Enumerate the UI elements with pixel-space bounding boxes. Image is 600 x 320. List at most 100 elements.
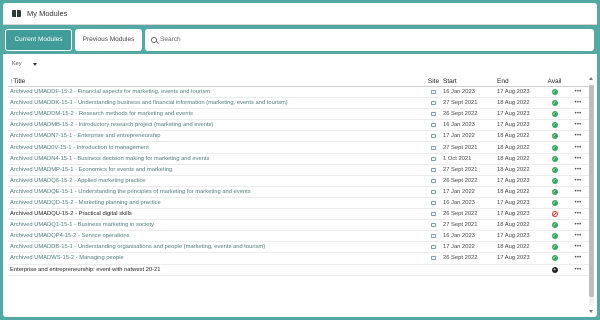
site-icon[interactable] bbox=[431, 101, 436, 106]
module-title-link[interactable]: Archived UMADQD-15-2 - Marketing plannin… bbox=[8, 200, 426, 206]
check-circle-icon[interactable]: ✓ bbox=[551, 222, 558, 229]
tab-current-modules[interactable]: Current Modules bbox=[5, 28, 72, 51]
ellipsis-icon[interactable]: ••• bbox=[575, 200, 582, 206]
site-icon[interactable] bbox=[431, 189, 436, 194]
search-box[interactable] bbox=[145, 28, 594, 51]
column-site[interactable]: Site bbox=[426, 78, 441, 85]
module-title-link[interactable]: Archived UMADQ6-15-2 - Applied marketing… bbox=[8, 178, 426, 184]
row-actions: ••• bbox=[566, 122, 590, 128]
site-icon[interactable] bbox=[431, 234, 436, 239]
tab-previous-modules[interactable]: Previous Modules bbox=[75, 28, 142, 51]
check-circle-icon[interactable]: ✓ bbox=[551, 133, 558, 140]
ellipsis-icon[interactable]: ••• bbox=[575, 211, 582, 217]
module-title-link[interactable]: Archived UMADN7-15-1 - Enterprise and en… bbox=[8, 133, 426, 139]
module-title-link[interactable]: Archived UMADQ1-15-1 - Business marketin… bbox=[8, 222, 426, 228]
column-title[interactable]: ↑Title bbox=[8, 78, 426, 85]
site-cell bbox=[426, 112, 441, 117]
check-circle-icon[interactable]: ✓ bbox=[551, 111, 558, 118]
module-title-link[interactable]: Archived UMADMP-15-1 - Economics for eve… bbox=[8, 167, 426, 173]
column-start[interactable]: Start bbox=[441, 78, 495, 85]
check-circle-icon[interactable]: ✓ bbox=[551, 122, 558, 129]
module-title-link[interactable]: Archived UMADQU-15-2 - Practical digital… bbox=[8, 211, 426, 217]
module-title-link[interactable]: Enterprise and entrepreneurship: event w… bbox=[8, 267, 426, 273]
ellipsis-icon[interactable]: ••• bbox=[575, 122, 582, 128]
site-icon[interactable] bbox=[431, 178, 436, 183]
site-icon[interactable] bbox=[431, 123, 436, 128]
module-title-link[interactable]: Archived UMADDF-15-2 - Financial aspects… bbox=[8, 89, 426, 95]
start-date: 16 Jan 2023 bbox=[443, 199, 475, 206]
row-actions: ••• bbox=[566, 167, 590, 173]
table-row: Archived UMADN4-15-1 - Business decision… bbox=[8, 154, 590, 165]
check-circle-icon[interactable]: ✓ bbox=[551, 188, 558, 195]
ellipsis-icon[interactable]: ••• bbox=[575, 156, 582, 162]
scroll-thumb[interactable] bbox=[589, 85, 594, 297]
scroll-down-icon[interactable] bbox=[589, 310, 593, 313]
module-title-link[interactable]: Archived UMADDB-15-1 - Understanding org… bbox=[8, 244, 426, 250]
ellipsis-icon[interactable]: ••• bbox=[575, 178, 582, 184]
check-circle-icon[interactable]: ✓ bbox=[551, 233, 558, 240]
ellipsis-icon[interactable]: ••• bbox=[575, 167, 582, 173]
table-body: Archived UMADDF-15-2 - Financial aspects… bbox=[8, 87, 590, 276]
ellipsis-icon[interactable]: ••• bbox=[575, 111, 582, 117]
site-icon[interactable] bbox=[431, 134, 436, 139]
no-entry-icon[interactable] bbox=[551, 211, 558, 218]
row-actions: ••• bbox=[566, 222, 590, 228]
module-title-link[interactable]: Archived UMADN4-15-1 - Business decision… bbox=[8, 156, 426, 162]
ellipsis-icon[interactable]: ••• bbox=[575, 100, 582, 106]
ellipsis-icon[interactable]: ••• bbox=[575, 189, 582, 195]
site-icon[interactable] bbox=[431, 200, 436, 205]
module-title-link[interactable]: Archived UMADQE-15-1 - Understanding the… bbox=[8, 189, 426, 195]
module-title-link[interactable]: Archived UMADWS-15-2 - Managing people bbox=[8, 255, 426, 261]
table-row: Archived UMADQP4-15-2 - Service operatio… bbox=[8, 231, 590, 243]
column-avail[interactable]: Avail bbox=[543, 78, 566, 85]
vertical-scrollbar[interactable] bbox=[589, 77, 594, 313]
availability-cell: ✓ bbox=[543, 144, 566, 151]
modules-table: ↑Title Site Start End Avail Archived UMA… bbox=[8, 76, 590, 276]
site-icon[interactable] bbox=[431, 145, 436, 150]
ellipsis-icon[interactable]: ••• bbox=[575, 233, 582, 239]
module-title-link[interactable]: Archived UMADQP4-15-2 - Service operatio… bbox=[8, 233, 426, 239]
key-dropdown[interactable]: Key bbox=[12, 59, 38, 69]
site-icon[interactable] bbox=[431, 112, 436, 117]
availability-cell: ✓ bbox=[543, 133, 566, 140]
ellipsis-icon[interactable]: ••• bbox=[575, 255, 582, 261]
check-circle-icon[interactable]: ✓ bbox=[551, 144, 558, 151]
module-title-link[interactable]: Archived UMADMB-15-2 - Introductory rese… bbox=[8, 122, 426, 128]
tab-bar: Current Modules Previous Modules bbox=[3, 25, 597, 54]
site-cell bbox=[426, 156, 441, 161]
scroll-up-icon[interactable] bbox=[589, 77, 593, 80]
module-title-link[interactable]: Archived UMAD0V-15-1 - Introduction to m… bbox=[8, 145, 426, 151]
ellipsis-icon[interactable]: ••• bbox=[575, 222, 582, 228]
ellipsis-icon[interactable]: ••• bbox=[575, 89, 582, 95]
ellipsis-icon[interactable]: ••• bbox=[575, 267, 582, 273]
check-circle-icon[interactable]: ✓ bbox=[551, 89, 558, 96]
end-date: 18 Aug 2022 bbox=[497, 244, 530, 251]
check-circle-icon[interactable]: ✓ bbox=[551, 177, 558, 184]
check-circle-icon[interactable]: ✓ bbox=[551, 100, 558, 107]
site-icon[interactable] bbox=[431, 256, 436, 261]
key-label: Key bbox=[12, 61, 22, 67]
column-end[interactable]: End bbox=[495, 78, 543, 85]
module-title-link[interactable]: Archived UMADDK-15-1 - Understanding bus… bbox=[8, 100, 426, 106]
site-cell bbox=[426, 212, 441, 217]
ellipsis-icon[interactable]: ••• bbox=[575, 244, 582, 250]
check-circle-icon[interactable]: ✓ bbox=[551, 199, 558, 206]
table-row: Archived UMADDK-15-1 - Understanding bus… bbox=[8, 98, 590, 110]
check-circle-icon[interactable]: ✓ bbox=[551, 166, 558, 173]
site-icon[interactable] bbox=[431, 245, 436, 250]
site-icon[interactable] bbox=[431, 167, 436, 172]
check-circle-icon[interactable]: ✓ bbox=[551, 155, 558, 162]
module-title-link[interactable]: Archived UMADDM-15-2 - Research methods … bbox=[8, 111, 426, 117]
site-icon[interactable] bbox=[431, 223, 436, 228]
availability-cell: ✓ bbox=[543, 244, 566, 251]
check-circle-icon[interactable]: ✓ bbox=[551, 255, 558, 262]
plus-circle-icon[interactable]: + bbox=[551, 266, 558, 273]
site-icon[interactable] bbox=[431, 156, 436, 161]
check-circle-icon[interactable]: ✓ bbox=[551, 244, 558, 251]
ellipsis-icon[interactable]: ••• bbox=[575, 145, 582, 151]
availability-cell: ✓ bbox=[543, 100, 566, 107]
site-icon[interactable] bbox=[431, 90, 436, 95]
site-icon[interactable] bbox=[431, 212, 436, 217]
ellipsis-icon[interactable]: ••• bbox=[575, 133, 582, 139]
search-input[interactable] bbox=[160, 36, 559, 43]
